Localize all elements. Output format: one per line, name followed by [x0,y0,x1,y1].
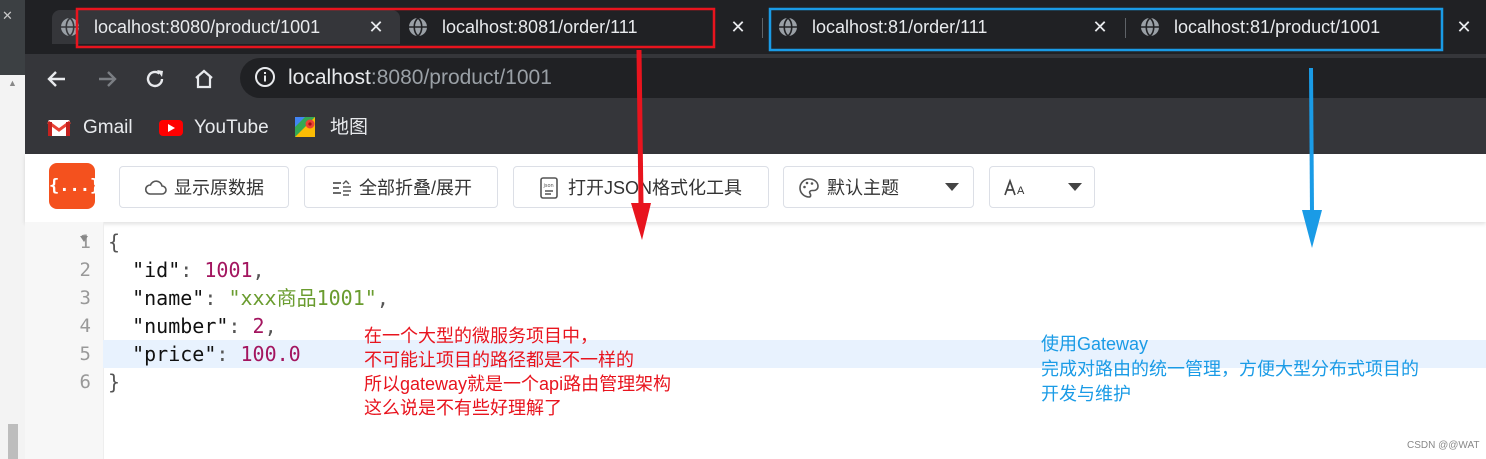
blue-highlight-box [768,7,1444,52]
annotation-overlay [75,7,1444,248]
blue-arrow [1302,67,1322,248]
red-highlight-box [75,7,716,49]
red-arrow [631,49,651,240]
